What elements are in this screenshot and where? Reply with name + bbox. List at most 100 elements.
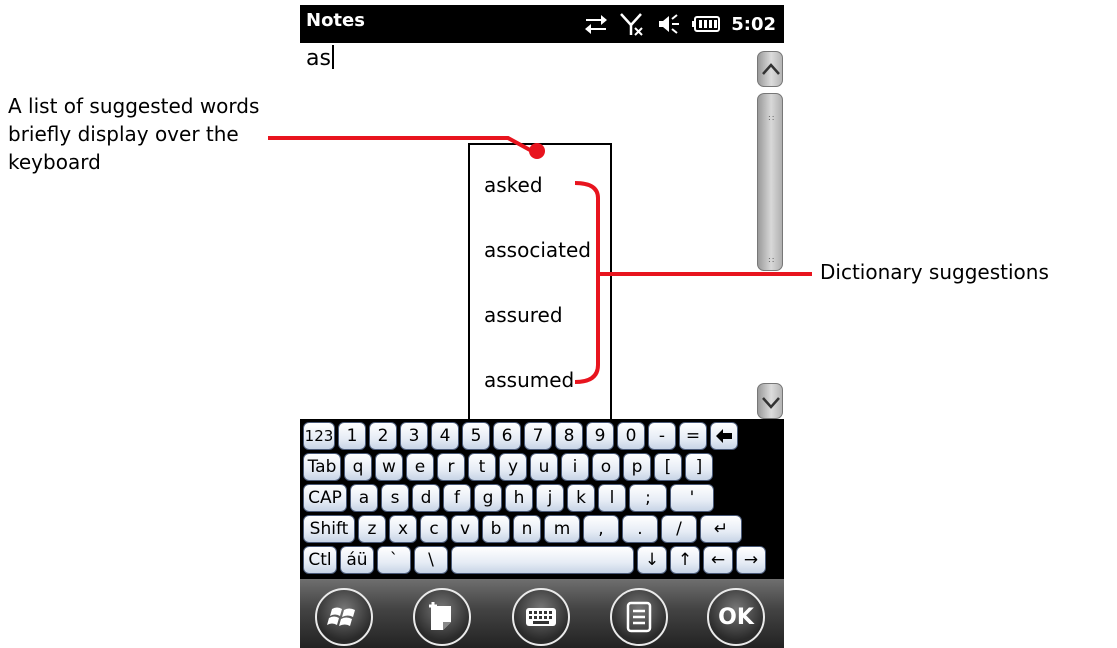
- key-arrow-left[interactable]: ←: [703, 546, 733, 574]
- suggestion-item[interactable]: asked: [484, 173, 543, 197]
- phone-screen: Notes 5:02 as:::: asked associated ass…: [300, 5, 784, 648]
- note-content: as: [306, 46, 331, 71]
- key-r[interactable]: r: [437, 453, 465, 481]
- status-bar: Notes 5:02: [300, 5, 784, 43]
- key-l[interactable]: l: [598, 484, 626, 512]
- key-numbers[interactable]: 123: [303, 422, 335, 450]
- key-f[interactable]: f: [443, 484, 471, 512]
- note-text: as: [306, 45, 334, 71]
- chevron-up-icon: [762, 63, 780, 75]
- chevron-down-icon: [762, 397, 780, 409]
- ok-label: OK: [718, 604, 754, 630]
- key-a[interactable]: a: [350, 484, 378, 512]
- key-h[interactable]: h: [505, 484, 533, 512]
- key-minus[interactable]: -: [648, 422, 676, 450]
- key-8[interactable]: 8: [555, 422, 583, 450]
- keyboard-toggle-button[interactable]: [512, 588, 570, 646]
- key-accents[interactable]: áü: [340, 546, 374, 574]
- status-icons: 5:02: [583, 9, 776, 39]
- key-n[interactable]: n: [513, 515, 541, 543]
- key-e[interactable]: e: [406, 453, 434, 481]
- key-o[interactable]: o: [592, 453, 620, 481]
- key-semicolon[interactable]: ;: [629, 484, 667, 512]
- annotation-dictionary-suggestions: Dictionary suggestions: [820, 260, 1049, 284]
- key-arrow-down[interactable]: ↓: [637, 546, 667, 574]
- text-caret: [331, 45, 334, 69]
- key-p[interactable]: p: [623, 453, 651, 481]
- ok-button[interactable]: OK: [707, 588, 765, 646]
- key-d[interactable]: d: [412, 484, 440, 512]
- key-arrow-up[interactable]: ↑: [670, 546, 700, 574]
- key-arrow-right[interactable]: →: [736, 546, 766, 574]
- soft-keyboard: 123 1 2 3 4 5 6 7 8 9 0 - = Tab q w e r …: [300, 419, 784, 579]
- key-t[interactable]: t: [468, 453, 496, 481]
- suggestion-item[interactable]: assured: [484, 303, 563, 327]
- softkey-bar: OK: [300, 579, 784, 648]
- key-tab[interactable]: Tab: [303, 453, 341, 481]
- key-b[interactable]: b: [482, 515, 510, 543]
- scroll-up-button[interactable]: [757, 51, 783, 87]
- key-w[interactable]: w: [375, 453, 403, 481]
- key-shift[interactable]: Shift: [303, 515, 355, 543]
- key-ctrl[interactable]: Ctl: [303, 546, 337, 574]
- grip-bottom: ::: [768, 255, 776, 264]
- key-5[interactable]: 5: [462, 422, 490, 450]
- scroll-thumb[interactable]: :: ::: [757, 93, 783, 271]
- key-backtick[interactable]: `: [377, 546, 411, 574]
- vertical-scrollbar[interactable]: :: ::: [756, 43, 784, 419]
- keyboard-icon: [526, 608, 556, 626]
- key-9[interactable]: 9: [586, 422, 614, 450]
- key-enter[interactable]: ↵: [700, 515, 742, 543]
- key-7[interactable]: 7: [524, 422, 552, 450]
- key-q[interactable]: q: [344, 453, 372, 481]
- suggestion-item[interactable]: associated: [484, 238, 591, 262]
- key-z[interactable]: z: [358, 515, 386, 543]
- key-g[interactable]: g: [474, 484, 502, 512]
- battery-icon[interactable]: [691, 11, 721, 37]
- key-equals[interactable]: =: [679, 422, 707, 450]
- key-y[interactable]: y: [499, 453, 527, 481]
- scroll-down-button[interactable]: [757, 383, 783, 419]
- menu-icon: [626, 601, 652, 633]
- key-space[interactable]: [451, 546, 634, 574]
- start-button[interactable]: [315, 588, 373, 646]
- speaker-icon[interactable]: [655, 11, 681, 37]
- menu-button[interactable]: [610, 588, 668, 646]
- key-0[interactable]: 0: [617, 422, 645, 450]
- key-1[interactable]: 1: [338, 422, 366, 450]
- new-note-icon: [429, 602, 451, 630]
- key-backspace[interactable]: [710, 422, 738, 450]
- suggestion-item[interactable]: assumed: [484, 368, 574, 392]
- suggestion-list: asked associated assured assumed: [468, 143, 612, 419]
- windows-start-icon: [327, 607, 355, 626]
- data-connection-icon[interactable]: [583, 11, 609, 37]
- key-right-bracket[interactable]: ]: [685, 453, 713, 481]
- key-backslash[interactable]: \: [414, 546, 448, 574]
- app-title[interactable]: Notes: [306, 10, 365, 31]
- key-x[interactable]: x: [389, 515, 417, 543]
- key-left-bracket[interactable]: [: [654, 453, 682, 481]
- key-u[interactable]: u: [530, 453, 558, 481]
- no-signal-icon[interactable]: [619, 11, 645, 37]
- key-4[interactable]: 4: [431, 422, 459, 450]
- key-slash[interactable]: /: [661, 515, 697, 543]
- key-period[interactable]: .: [622, 515, 658, 543]
- key-2[interactable]: 2: [369, 422, 397, 450]
- annotation-suggested-words: A list of suggested words briefly displa…: [8, 94, 260, 174]
- key-m[interactable]: m: [544, 515, 580, 543]
- key-v[interactable]: v: [451, 515, 479, 543]
- backspace-icon: [716, 429, 732, 443]
- key-comma[interactable]: ,: [583, 515, 619, 543]
- new-note-button[interactable]: [413, 588, 471, 646]
- key-k[interactable]: k: [567, 484, 595, 512]
- key-6[interactable]: 6: [493, 422, 521, 450]
- clock[interactable]: 5:02: [731, 14, 776, 35]
- key-c[interactable]: c: [420, 515, 448, 543]
- key-caps[interactable]: CAP: [303, 484, 347, 512]
- key-j[interactable]: j: [536, 484, 564, 512]
- key-i[interactable]: i: [561, 453, 589, 481]
- key-s[interactable]: s: [381, 484, 409, 512]
- key-apostrophe[interactable]: ': [670, 484, 714, 512]
- grip-top: ::: [768, 113, 776, 122]
- key-3[interactable]: 3: [400, 422, 428, 450]
